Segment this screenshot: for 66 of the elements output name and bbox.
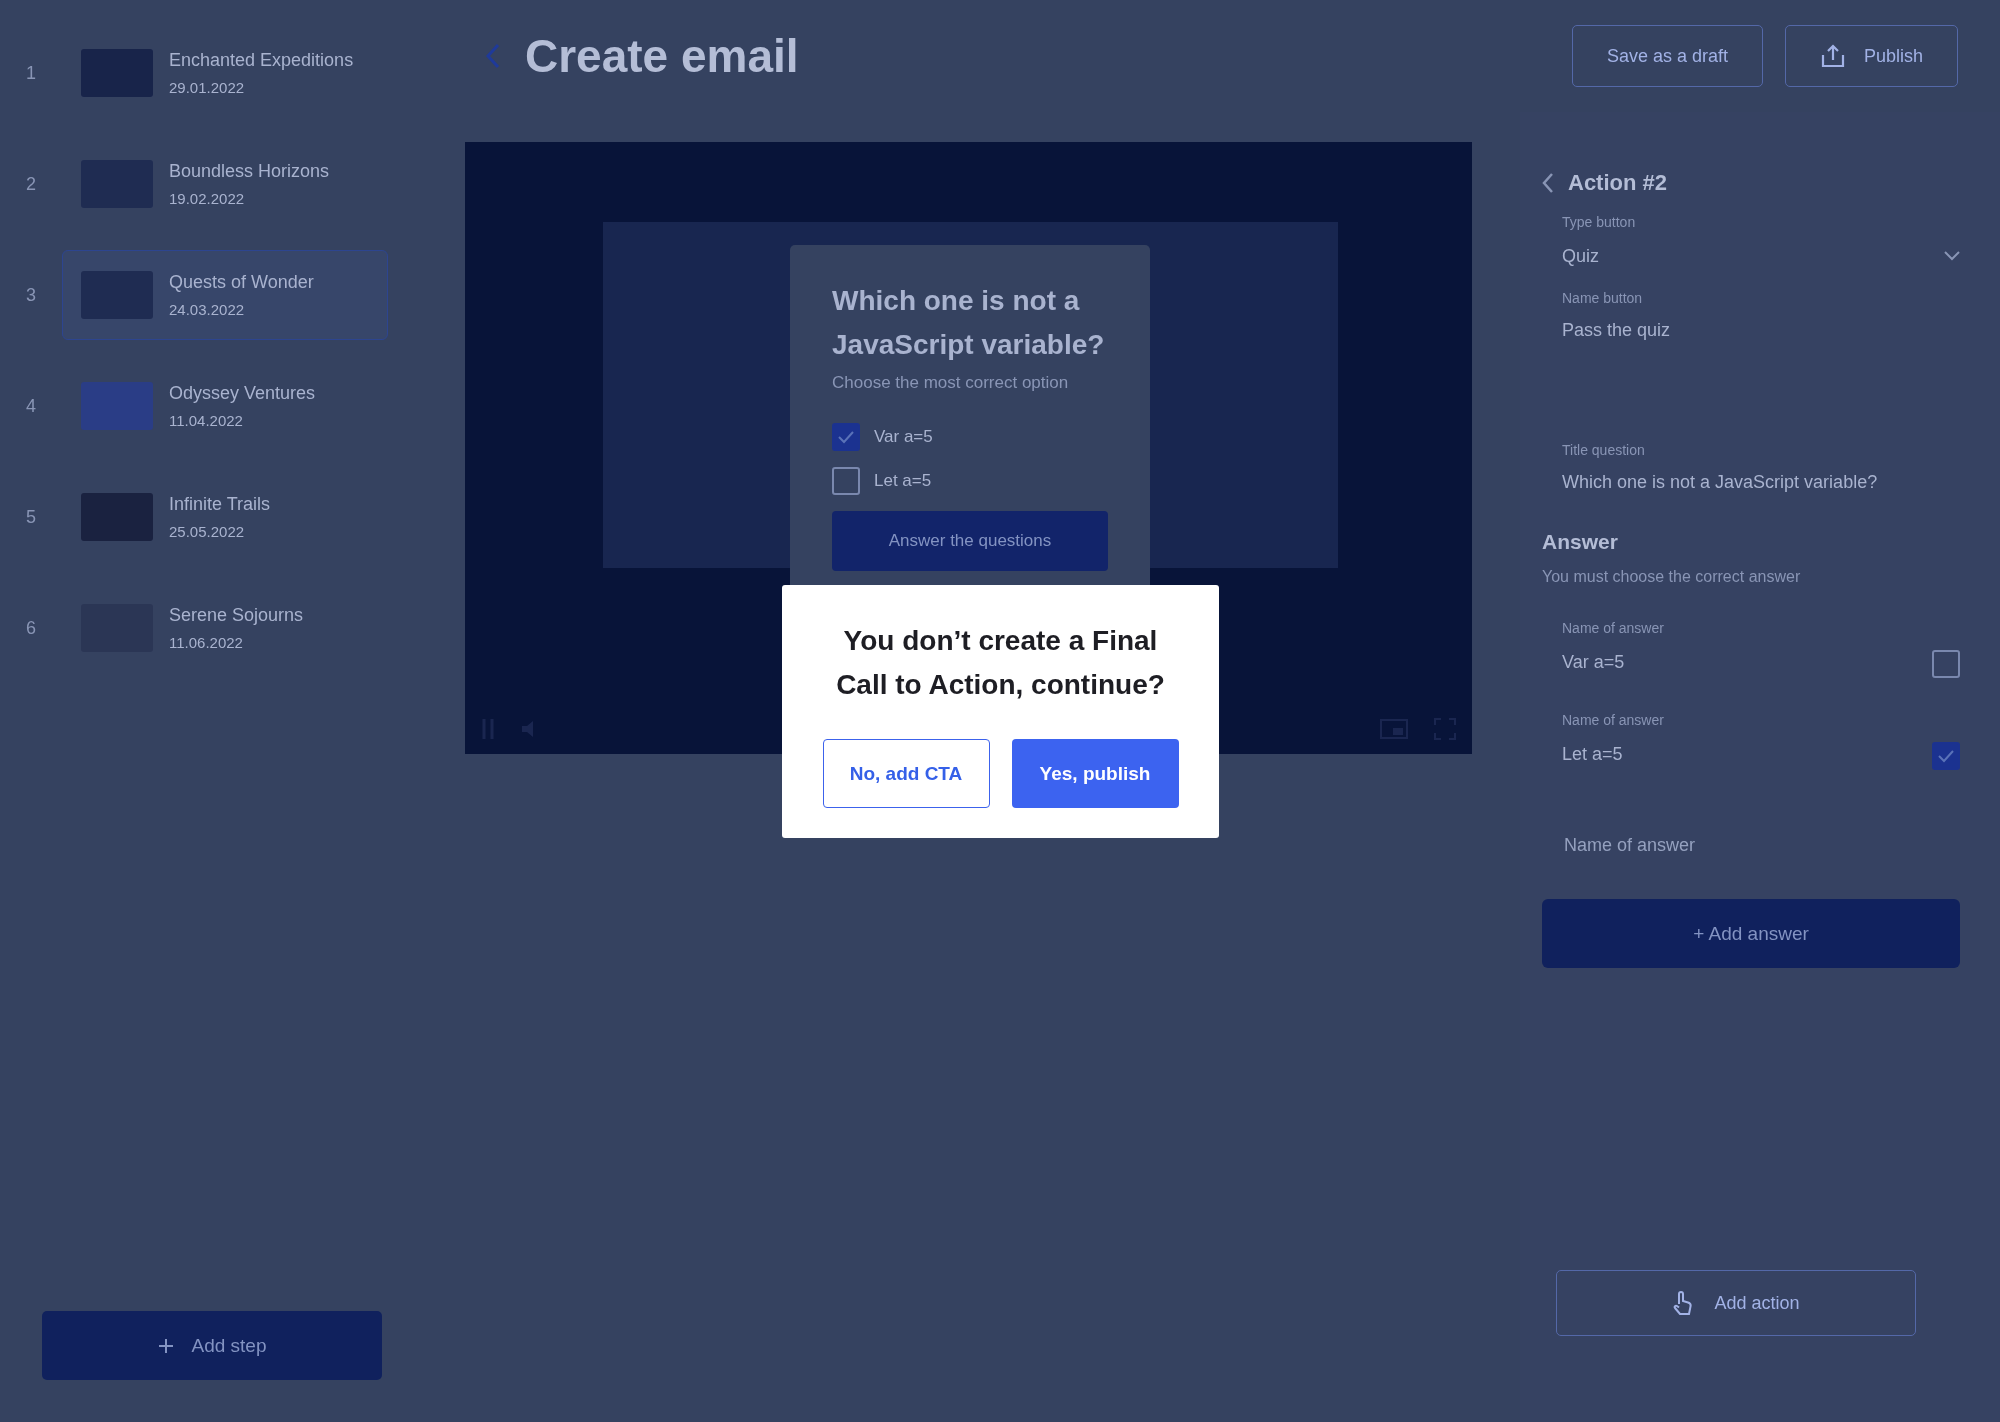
step-card[interactable]: Infinite Trails 25.05.2022 — [62, 472, 388, 562]
answer-field[interactable]: Var a=5 — [1562, 652, 1625, 676]
quiz-hint: Choose the most correct option — [832, 373, 1070, 393]
step-card[interactable]: Boundless Horizons 19.02.2022 — [62, 139, 388, 229]
field-label: Name button — [1562, 290, 1644, 306]
add-step-button[interactable]: Add step — [42, 1311, 382, 1380]
dialog-message: You don’t create a Final Call to Action, continue? — [835, 624, 1166, 702]
step-number: 6 — [26, 617, 37, 639]
checkbox[interactable] — [832, 423, 860, 451]
correct-checkbox[interactable] — [1932, 742, 1960, 770]
step-number: 2 — [26, 173, 37, 195]
step-date: 11.04.2022 — [169, 412, 244, 429]
step-title: Serene Sojourns — [169, 605, 304, 626]
type-dropdown[interactable]: Quiz — [1562, 244, 1960, 268]
step-number: 5 — [26, 506, 37, 528]
answer-field[interactable]: Name of answer — [1562, 834, 1960, 857]
correct-checkbox[interactable] — [1932, 650, 1960, 678]
chevron-down-icon — [1944, 251, 1960, 261]
add-answer-button[interactable]: + Add answer — [1542, 899, 1960, 968]
add-action-button[interactable]: Add action — [1556, 1270, 1916, 1336]
save-draft-button[interactable]: Save as a draft — [1571, 25, 1763, 87]
step-date: 24.03.2022 — [169, 301, 246, 318]
add-cta-button[interactable]: No, add CTA — [822, 739, 990, 808]
step-card[interactable]: Serene Sojourns 11.06.2022 — [62, 583, 388, 673]
checkbox[interactable] — [832, 467, 860, 495]
step-title: Boundless Horizons — [169, 161, 330, 182]
option-label: Var a=5 — [874, 427, 933, 447]
step-title: Infinite Trails — [169, 494, 271, 515]
step-date: 19.02.2022 — [169, 190, 246, 207]
check-icon — [837, 430, 855, 444]
field-label: Type button — [1562, 214, 1637, 230]
step-card[interactable]: Enchanted Expeditions 29.01.2022 — [62, 28, 388, 118]
option-label: Let a=5 — [874, 471, 932, 491]
answer-button[interactable]: Answer the questions — [832, 511, 1108, 571]
field-label: Name of answer — [1562, 620, 1665, 636]
page-title: Create email — [525, 29, 799, 83]
quiz-question: Which one is not a JavaScript variable? — [832, 284, 1106, 362]
answer-hint: You must choose the correct answer — [1542, 568, 1802, 586]
step-date: 29.01.2022 — [169, 79, 246, 96]
step-card[interactable]: Odyssey Ventures 11.04.2022 — [62, 361, 388, 451]
answer-field[interactable]: Let a=5 — [1562, 744, 1623, 768]
step-card[interactable]: Quests of Wonder 24.03.2022 — [62, 250, 388, 340]
step-title: Quests of Wonder — [169, 272, 314, 293]
answer-heading: Answer — [1542, 530, 1619, 554]
step-number: 1 — [26, 62, 37, 84]
input-field[interactable]: Pass the quiz — [1562, 320, 1960, 344]
input-field[interactable]: Which one is not a JavaScript variable? — [1562, 472, 1960, 496]
upload-icon — [1819, 44, 1846, 68]
step-number: 4 — [26, 395, 37, 417]
back-icon[interactable] — [1542, 172, 1554, 194]
photo-placeholder — [81, 49, 153, 97]
step-title: Enchanted Expeditions — [169, 50, 354, 71]
check-icon — [1937, 749, 1955, 763]
publish-button[interactable]: Publish — [1784, 25, 1958, 87]
step-title: Odyssey Ventures — [169, 383, 316, 404]
field-label: Title question — [1562, 442, 1646, 458]
plus-icon — [157, 1337, 174, 1354]
photo-placeholder — [81, 382, 153, 430]
field-label: Name of answer — [1562, 712, 1665, 728]
publish-confirm-button[interactable]: Yes, publish — [1011, 739, 1179, 808]
step-date: 25.05.2022 — [169, 523, 246, 540]
step-date: 11.06.2022 — [169, 634, 244, 651]
photo-placeholder — [81, 271, 153, 319]
photo-placeholder — [81, 493, 153, 541]
step-number: 3 — [26, 284, 37, 306]
action-title: Action #2 — [1568, 170, 1668, 196]
